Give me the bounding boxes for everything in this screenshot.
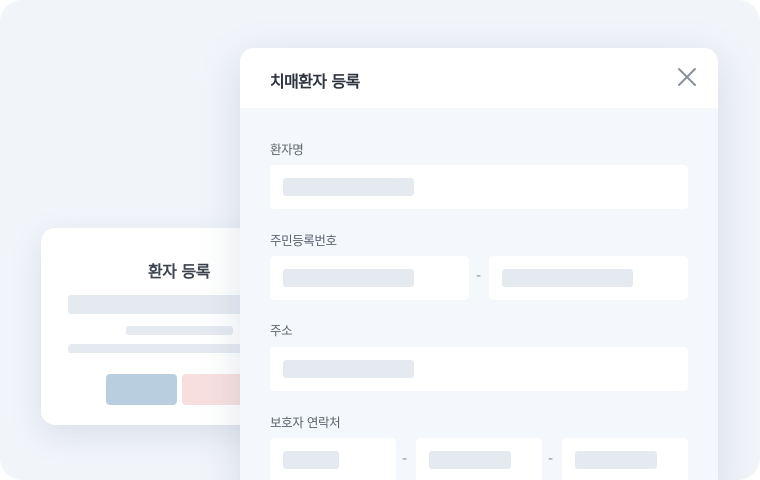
placeholder-bar: [126, 326, 233, 335]
patient-name-label: 환자명: [270, 142, 304, 157]
input-placeholder: [283, 269, 414, 287]
input-placeholder: [429, 451, 511, 469]
address-label: 주소: [270, 323, 293, 338]
dementia-patient-register-modal: 치매환자 등록 환자명 주민등록번호 - 주소 보호자 연락처 - -: [240, 48, 718, 480]
input-placeholder: [283, 360, 414, 378]
close-icon[interactable]: [676, 66, 698, 88]
address-input[interactable]: [270, 347, 688, 391]
separator: -: [548, 451, 554, 467]
input-placeholder: [575, 451, 657, 469]
guardian-contact-label: 보호자 연락처: [270, 415, 341, 430]
input-placeholder: [283, 178, 414, 196]
resident-number-front-input[interactable]: [270, 256, 469, 300]
input-placeholder: [502, 269, 633, 287]
separator: -: [476, 268, 482, 284]
app-canvas: 환자 등록 치매환자 등록 환자명 주민등록번호 - 주소 보호자 연락처 - …: [0, 0, 760, 480]
guardian-phone-part1-input[interactable]: [270, 438, 396, 480]
input-placeholder: [283, 451, 339, 469]
resident-number-back-input[interactable]: [489, 256, 688, 300]
modal-header: 치매환자 등록: [240, 48, 718, 108]
modal-title: 치매환자 등록: [270, 72, 360, 91]
guardian-phone-part3-input[interactable]: [562, 438, 688, 480]
patient-name-input[interactable]: [270, 165, 688, 209]
guardian-phone-part2-input[interactable]: [416, 438, 542, 480]
resident-number-label: 주민등록번호: [270, 233, 337, 248]
separator: -: [402, 451, 408, 467]
confirm-button[interactable]: [106, 374, 177, 405]
